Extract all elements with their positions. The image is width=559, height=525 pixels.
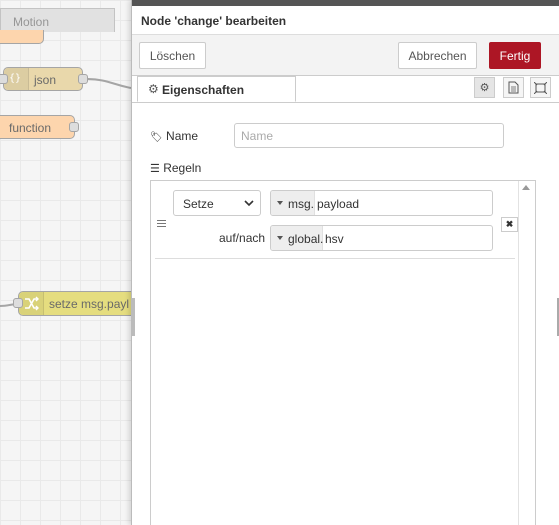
delete-button[interactable]: Löschen (139, 42, 206, 69)
tray-title: Node 'change' bearbeiten (141, 14, 287, 28)
caret-down-icon (277, 201, 283, 205)
name-label-text: Name (166, 129, 199, 143)
gear-icon: ⚙ (148, 82, 159, 96)
list-icon: ☰ (150, 163, 160, 175)
rules-scrollbar[interactable] (518, 181, 535, 525)
tag-icon: 🏷 (150, 132, 163, 143)
target-type-selector[interactable]: global. (271, 226, 323, 250)
settings-tab-button[interactable]: ⚙ (474, 77, 495, 98)
property-type-selector[interactable]: msg. (271, 191, 315, 215)
tray-toolbar: Löschen Abbrechen Fertig (132, 34, 559, 76)
rule-action-select[interactable]: Setze (173, 190, 261, 216)
rule-action-value: Setze (183, 197, 214, 211)
rules-list: Setze msg. payload auf/nach global. hsv (150, 180, 536, 525)
remove-rule-button[interactable]: ✖ (501, 217, 518, 232)
caret-down-icon (277, 236, 283, 240)
file-icon (508, 81, 519, 94)
tray-resize-handle[interactable] (132, 298, 135, 336)
canvas-overlay (0, 0, 131, 525)
tab-properties-label: Eigenschaften (162, 83, 245, 97)
gear-icon: ⚙ (479, 82, 490, 94)
rule-property-input[interactable]: msg. payload (270, 190, 493, 216)
frame-icon (534, 81, 547, 94)
rule-row: Setze msg. payload auf/nach global. hsv (155, 185, 518, 259)
tab-properties[interactable]: ⚙ Eigenschaften (137, 76, 296, 102)
tray-tab-bar: ⚙ Eigenschaften ⚙ (132, 75, 559, 103)
rule-target-input[interactable]: global. hsv (270, 225, 493, 251)
close-icon: ✖ (505, 219, 514, 229)
chevron-down-icon (244, 200, 254, 207)
appearance-tab-button[interactable] (530, 77, 551, 98)
rules-label: ☰ Regeln (150, 161, 201, 175)
to-label: auf/nach (219, 231, 266, 245)
target-value[interactable]: hsv (325, 232, 344, 246)
cancel-button[interactable]: Abbrechen (398, 42, 477, 69)
flow-canvas[interactable]: Motion {} json function setze msg.payl (0, 0, 131, 525)
property-type-label: msg. (288, 197, 315, 211)
drag-handle-icon[interactable] (157, 220, 166, 229)
scroll-up-icon[interactable] (522, 185, 530, 190)
edit-tray: Node 'change' bearbeiten Löschen Abbrech… (131, 0, 559, 525)
done-button[interactable]: Fertig (489, 42, 541, 69)
name-input[interactable] (234, 123, 504, 148)
name-label: 🏷 Name (150, 129, 198, 143)
property-value[interactable]: payload (317, 197, 359, 211)
target-type-label: global. (288, 232, 324, 246)
description-tab-button[interactable] (503, 77, 524, 98)
tray-top-bar (132, 0, 559, 6)
rules-label-text: Regeln (163, 161, 202, 175)
